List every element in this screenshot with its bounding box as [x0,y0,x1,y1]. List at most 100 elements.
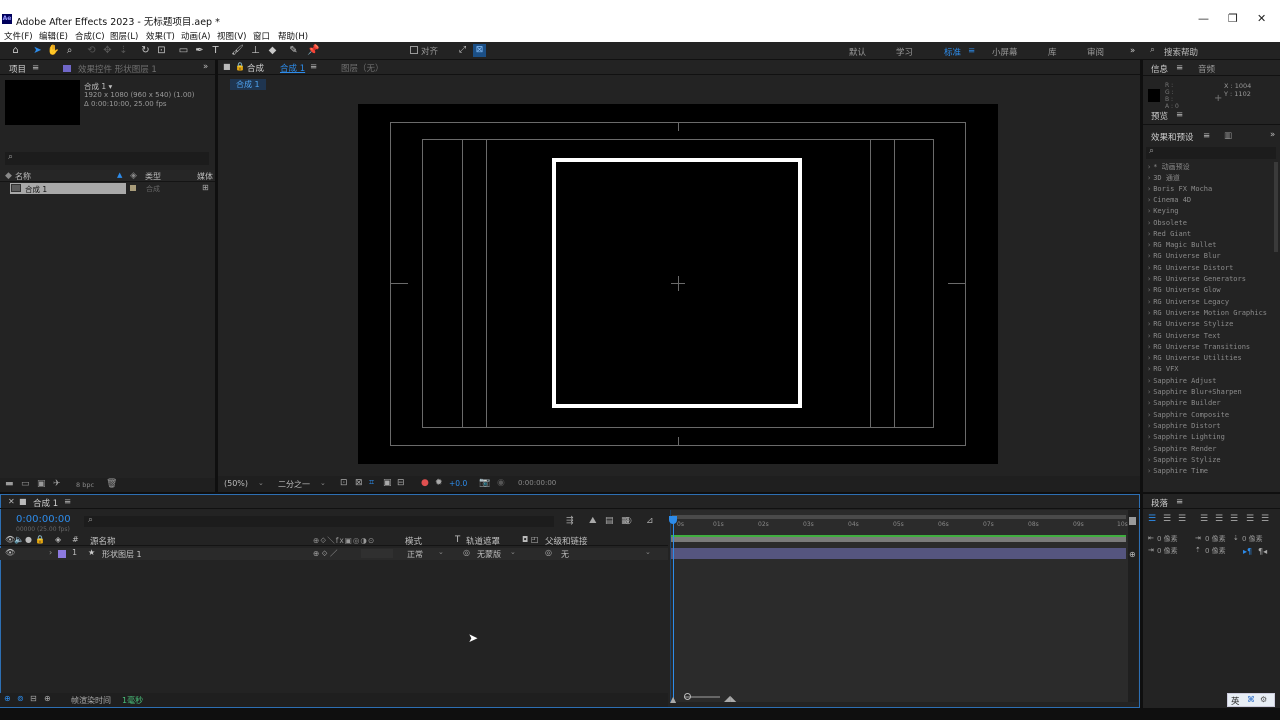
playhead-handle[interactable] [669,516,677,524]
label-color-swatch[interactable] [58,550,66,558]
show-snapshot-icon[interactable]: ◉ [497,478,505,488]
tab-audio[interactable]: 音频 [1198,63,1215,75]
zoom-slider-handle[interactable] [684,693,691,700]
safe-margins-icon[interactable]: ⊟ [397,478,405,488]
snap-checkbox[interactable] [410,46,418,54]
layer-switches[interactable]: ⊕ ⟐ ／ [313,548,337,559]
interpret-footage-icon[interactable]: ▬ [5,479,14,489]
roto-brush-tool-icon[interactable]: ✎ [287,44,300,57]
timeline-graph-area[interactable]: 0s 01s 02s 03s 04s 05s 06s 07s 08s 09s 1… [669,510,1129,702]
effect-category[interactable]: Cinema 4D [1147,196,1191,204]
timeline-search-input[interactable]: ⌕ [84,515,554,527]
col-track-matte[interactable]: 轨道遮罩 [466,535,500,547]
eye-icon[interactable]: 👁 [5,548,15,557]
justify-all-last-icon[interactable]: ☰ [1261,514,1269,524]
justify-all-icon[interactable]: ☰ [1246,514,1254,524]
chevron-down-icon[interactable]: ⌄ [510,548,516,556]
chevron-down-icon[interactable]: ⌄ [438,548,444,556]
indent-first-value[interactable]: 0 像素 [1157,546,1178,556]
menu-help[interactable]: 帮助(H) [278,30,308,42]
track-matte-dropdown[interactable]: 无蒙版 [477,549,501,560]
scroll-handle[interactable] [1129,517,1136,525]
composition-canvas[interactable] [358,104,998,464]
zoom-in-icon[interactable]: ◢◣ [724,694,736,703]
pan-camera-icon[interactable]: ✥ [101,44,114,57]
effect-category[interactable]: RG Universe Transitions [1147,343,1250,351]
expand-arrow-icon[interactable]: › [49,548,52,557]
effect-category[interactable]: * 动画预设 [1147,162,1189,172]
col-source-name[interactable]: 源名称 [90,535,116,547]
layer-name[interactable]: 形状图层 1 [102,549,142,560]
trash-icon[interactable]: 🗑 [106,479,117,489]
effect-category[interactable]: Sapphire Adjust [1147,377,1216,385]
workspace-review[interactable]: 审阅 [1087,46,1104,58]
align-right-icon[interactable]: ☰ [1178,514,1186,524]
tab-preview[interactable]: 预览 [1151,110,1168,122]
layer-row[interactable]: 👁 › 1 ★ 形状图层 1 ⊕ ⟐ ／ 正常 ⌄ ◎ 无蒙版 ⌄ ◎ 无 ⌄ [0,548,668,560]
current-time-display[interactable]: 0:00:00:00 [16,514,71,525]
shy-layers-icon[interactable]: ▤ [605,516,614,526]
parent-pick-whip-icon[interactable]: ◎ [545,548,552,557]
brush-tool-icon[interactable]: 🖌 [231,44,244,57]
menu-file[interactable]: 文件(F) [4,30,33,42]
render-queue-icon[interactable]: ✈ [53,479,61,489]
type-tool-icon[interactable]: T [209,44,222,57]
panel-close-icon[interactable]: ✕ [8,497,15,506]
draft-3d-icon[interactable]: ⛰ [589,516,597,526]
eraser-tool-icon[interactable]: ◆ [266,44,279,57]
comp-mini-flowchart-icon[interactable]: ⇶ [566,516,574,526]
panel-overflow-icon[interactable]: » [203,62,208,72]
workspace-library[interactable]: 库 [1048,46,1057,58]
lock-icon[interactable]: 🔒 [235,62,245,71]
col-type[interactable]: 类型 [145,171,161,182]
label-color-swatch[interactable] [130,185,136,191]
zoom-dropdown[interactable]: (50%) [224,479,248,488]
dolly-camera-icon[interactable]: ⇣ [117,44,130,57]
menu-edit[interactable]: 编辑(E) [39,30,68,42]
effect-category[interactable]: RG Universe Blur [1147,252,1220,260]
panel-overflow-icon[interactable]: » [1270,130,1275,140]
rectangle-tool-icon[interactable]: ▭ [177,44,190,57]
effect-category[interactable]: Sapphire Composite [1147,411,1229,419]
effects-search-input[interactable]: ⌕ [1146,146,1276,159]
maximize-button[interactable]: ❐ [1228,12,1238,25]
effect-category[interactable]: RG Universe Utilities [1147,354,1242,362]
indent-right-value[interactable]: 0 像素 [1205,534,1226,544]
color-management-icon[interactable]: ✹ [435,478,443,488]
workspace-menu-icon[interactable]: ≡ [968,46,975,56]
viewer-menu-icon[interactable]: ≡ [310,62,317,72]
zoom-tool-icon[interactable]: ⌕ [63,44,76,57]
render-time-toggle-icon[interactable]: ⊕ [44,694,51,703]
pick-whip-icon[interactable]: ◎ [463,548,470,557]
panel-menu-icon[interactable]: ≡ [1203,131,1210,141]
effect-category[interactable]: RG Magic Bullet [1147,241,1216,249]
workspace-small-screen[interactable]: 小屏幕 [992,46,1018,58]
time-ruler[interactable]: 0s 01s 02s 03s 04s 05s 06s 07s 08s 09s 1… [671,521,1129,533]
effect-category[interactable]: Red Giant [1147,230,1191,238]
in-out-toggle-icon[interactable]: ⊟ [30,694,37,703]
puppet-tool-icon[interactable]: 📌 [307,44,320,57]
tab-layer[interactable]: 图层（无） [341,62,384,74]
region-of-interest-icon[interactable]: ⊡ [340,478,348,488]
effect-category[interactable]: Obsolete [1147,219,1187,227]
justify-right-icon[interactable]: ☰ [1230,514,1238,524]
parent-dropdown[interactable]: 无 [561,549,569,560]
effect-category[interactable]: Sapphire Render [1147,445,1216,453]
effect-category[interactable]: RG Universe Generators [1147,275,1246,283]
effect-category[interactable]: Sapphire Blur+Sharpen [1147,388,1242,396]
minimize-button[interactable]: — [1198,12,1209,25]
close-button[interactable]: ✕ [1257,12,1266,25]
graph-editor-icon[interactable]: ⊿ [646,516,654,526]
tab-comp-name[interactable]: 合成 1 [280,62,305,74]
new-folder-icon[interactable]: ▭ [21,479,30,489]
library-icon[interactable]: ▥ [1224,131,1232,141]
tab-effects-presets[interactable]: 效果和预设 [1151,131,1194,143]
chevron-down-icon[interactable]: ⌄ [645,548,651,556]
clone-stamp-tool-icon[interactable]: ⊥ [249,44,262,57]
panel-menu-icon[interactable]: ≡ [1176,63,1183,73]
menu-layer[interactable]: 图层(L) [110,30,138,42]
effect-category[interactable]: RG Universe Motion Graphics [1147,309,1267,317]
col-media[interactable]: 媒体 [197,171,213,182]
motion-blur-icon[interactable]: ◎ [624,516,632,526]
layer-switches-toggle-icon[interactable]: ⊕ [4,694,11,703]
